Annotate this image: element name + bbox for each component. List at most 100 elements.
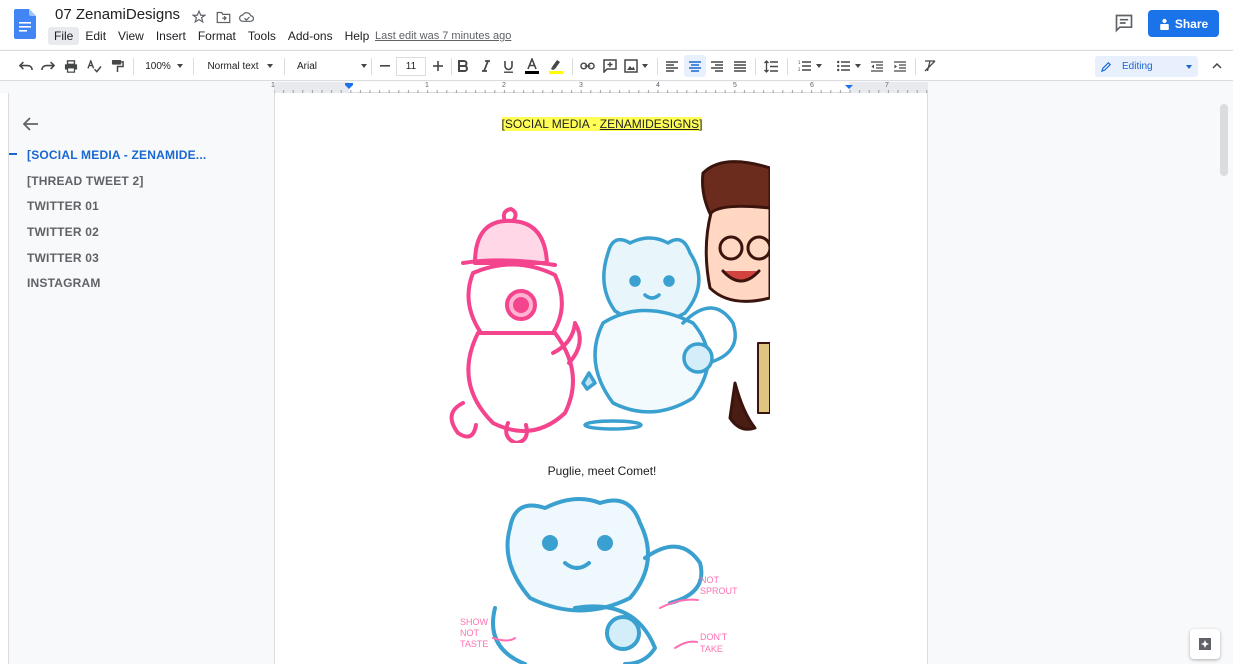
spellcheck-icon[interactable] [84,51,104,81]
outline-item-twitter-02[interactable]: TWITTER 02 [27,225,99,239]
menu-addons[interactable]: Add-ons [282,27,339,45]
decrease-font-size-button[interactable] [376,51,394,81]
menu-edit[interactable]: Edit [79,27,112,45]
outline-item-twitter-01[interactable]: TWITTER 01 [27,199,99,213]
comet-sketch-illustration[interactable]: NOT SPROUT SHOW NOT TASTE DON'T TAKE [455,488,755,664]
numbered-list-icon[interactable]: 12 [793,51,827,81]
star-icon[interactable] [190,8,208,26]
puglie-comet-illustration[interactable] [433,153,770,443]
chevron-down-icon [266,64,273,68]
close-outline-arrow-icon[interactable] [22,117,41,135]
comet-sketch-figure [491,497,704,664]
vertical-scrollbar[interactable] [1220,104,1228,176]
comment-history-icon[interactable] [1114,13,1134,33]
formatting-toolbar: 100% Normal text Arial 11 1 2 Editing [0,50,1233,81]
svg-text:1: 1 [798,60,801,65]
bulleted-list-icon[interactable] [832,51,866,81]
share-button[interactable]: Share [1148,10,1219,37]
decrease-indent-icon[interactable] [867,51,887,81]
zoom-select[interactable]: 100% [140,51,188,81]
undo-icon[interactable] [16,51,36,81]
paint-format-icon[interactable] [107,51,127,81]
clear-formatting-icon[interactable] [920,51,940,81]
docs-logo-icon[interactable] [14,9,36,39]
document-page[interactable]: [SOCIAL MEDIA - ZENAMIDESIGNS] Puglie, m… [274,93,928,664]
sketch-note: NOT [700,575,720,585]
title-bar: 07 ZenamiDesigns File Edit View Insert F… [0,0,1233,49]
horizontal-ruler[interactable]: 1 1 2 3 4 5 6 7 [271,82,928,93]
text-color-icon[interactable] [521,51,543,81]
menu-file[interactable]: File [48,27,80,45]
chevron-down-icon [855,64,861,68]
heading-suffix: ] [699,117,703,131]
menu-help[interactable]: Help [339,27,376,45]
editing-mode-label: Editing [1122,61,1153,72]
ruler-number: 1 [271,82,275,89]
sketch-note: TASTE [460,639,488,649]
style-select[interactable]: Normal text [200,51,280,81]
align-center-icon[interactable] [684,55,706,77]
font-select[interactable]: Arial [292,51,370,81]
highlight-color-icon[interactable] [545,51,567,81]
document-heading[interactable]: [SOCIAL MEDIA - ZENAMIDESIGNS] [275,117,927,131]
line-spacing-icon[interactable] [761,51,781,81]
outline-item-twitter-03[interactable]: TWITTER 03 [27,251,99,265]
vertical-ruler[interactable] [0,93,9,664]
print-icon[interactable] [61,51,81,81]
menu-tools[interactable]: Tools [242,27,282,45]
align-right-icon[interactable] [707,51,727,81]
hide-menus-chevron-up-icon[interactable] [1208,51,1226,81]
outline-current-marker [9,153,17,155]
heading-prefix: [SOCIAL MEDIA - [501,117,600,131]
svg-text:2: 2 [798,67,801,72]
ruler-number: 7 [885,82,889,89]
italic-icon[interactable] [476,51,496,81]
increase-font-size-button[interactable] [429,51,447,81]
font-value: Arial [297,60,318,72]
share-label: Share [1174,16,1209,31]
sketch-note: SHOW [460,617,489,627]
sketch-note: DON'T [700,632,728,642]
zoom-value: 100% [145,60,171,72]
move-folder-icon[interactable] [214,8,232,26]
menu-format[interactable]: Format [192,27,242,45]
cloud-saved-icon[interactable] [238,8,256,26]
chevron-down-icon [361,64,368,68]
insert-image-icon[interactable] [622,51,650,81]
ruler-number: 1 [425,82,429,89]
style-value: Normal text [207,60,259,72]
justify-icon[interactable] [730,51,750,81]
sketch-note: TAKE [700,644,723,654]
explore-button[interactable] [1190,629,1220,659]
puglie-pug-figure [449,207,582,443]
menu-insert[interactable]: Insert [150,27,192,45]
person-figure [701,160,770,431]
insert-link-icon[interactable] [577,51,597,81]
sketch-note: SPROUT [700,586,738,596]
align-left-icon[interactable] [662,51,682,81]
bold-icon[interactable] [453,51,473,81]
underline-icon[interactable] [498,51,518,81]
image-caption[interactable]: Puglie, meet Comet! [275,464,927,478]
last-edit-link[interactable]: Last edit was 7 minutes ago [375,30,511,42]
ruler-number: 3 [579,82,583,89]
chevron-down-icon [1185,64,1192,69]
outline-item-social-media[interactable]: [SOCIAL MEDIA - ZENAMIDE... [27,148,206,162]
redo-icon[interactable] [38,51,58,81]
document-title[interactable]: 07 ZenamiDesigns [55,6,180,23]
explore-icon [1199,638,1211,650]
increase-indent-icon[interactable] [890,51,910,81]
heading-link[interactable]: ZENAMIDESIGNS [599,117,700,131]
ruler-number: 2 [502,82,506,89]
add-comment-icon[interactable] [600,51,620,81]
chevron-down-icon [816,64,822,68]
document-outline: [SOCIAL MEDIA - ZENAMIDE... [THREAD TWEE… [9,93,274,664]
outline-item-instagram[interactable]: INSTAGRAM [27,276,101,290]
menu-view[interactable]: View [112,27,150,45]
font-size-input[interactable]: 11 [396,57,426,76]
editing-mode-select[interactable]: Editing [1095,56,1198,77]
pencil-icon [1101,61,1112,72]
lock-person-icon [1160,18,1169,30]
outline-item-thread-tweet-2[interactable]: [THREAD TWEET 2] [27,174,144,188]
ruler-number: 6 [810,82,814,89]
